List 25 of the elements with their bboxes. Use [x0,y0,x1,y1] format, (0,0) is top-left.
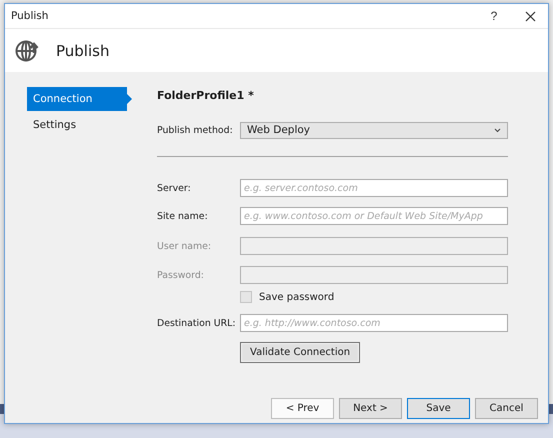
globe-upload-icon [15,39,40,62]
dialog-button[interactable]: < Prev [271,398,334,419]
field-label: Publish method: [157,124,234,136]
pointer-icon [127,94,132,104]
checkbox-label: Save password [259,292,334,302]
header-title: Publish [56,42,110,60]
field-label: User name: [157,240,212,252]
chevron-down-icon [494,128,501,132]
window-title: Publish [11,10,50,22]
publish-method-dropdown[interactable]: Web Deploy [240,122,508,138]
field-label: Site name: [157,210,209,222]
dialog-button[interactable]: Cancel [475,398,538,419]
help-button[interactable]: ? [476,4,512,28]
dialog-button[interactable]: Next > [339,398,402,419]
field-label: Server: [157,182,192,194]
sidebar-item[interactable]: Settings [27,113,127,137]
field-label: Destination URL: [157,318,237,328]
field-label: Password: [157,270,205,280]
input-field[interactable]: e.g. www.contoso.com or Default Web Site/MyApp [240,207,508,225]
profile-title: FolderProfile1 * [157,89,255,103]
validate-connection-button[interactable]: Validate Connection [240,342,360,363]
dialog-button[interactable]: Save [407,398,470,419]
close-icon [524,10,536,22]
input-field[interactable]: e.g. http://www.contoso.com [240,314,508,332]
input-field[interactable]: e.g. server.contoso.com [240,179,508,197]
